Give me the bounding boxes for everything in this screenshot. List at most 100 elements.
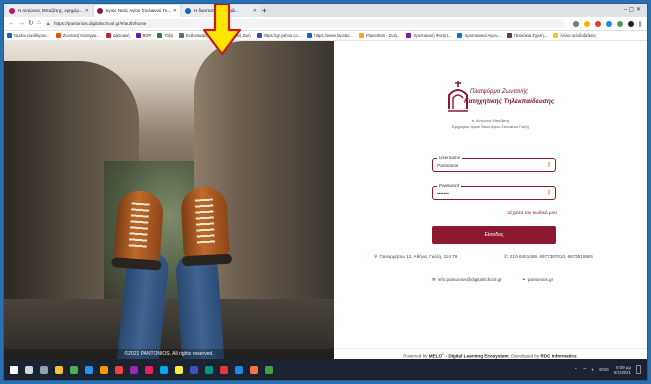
- extension-icon[interactable]: [617, 20, 623, 27]
- extension-icon[interactable]: [606, 20, 612, 27]
- bookmark-item[interactable]: Άλλοι σελιδοδείκτες: [553, 33, 596, 38]
- bookmark-favicon-icon: [179, 33, 185, 38]
- new-tab-button[interactable]: +: [262, 5, 267, 16]
- right-leg: [174, 251, 226, 359]
- reload-icon[interactable]: ↻: [28, 17, 34, 30]
- footer-ecosystem: - Digital Learning Ecosystem: [444, 353, 509, 359]
- bookmark-item[interactable]: Ζωντανή Καταγρα...: [55, 33, 100, 38]
- notification-icon[interactable]: [636, 365, 641, 374]
- menu-icon[interactable]: [639, 20, 641, 27]
- close-tab-icon[interactable]: ✕: [85, 5, 89, 17]
- extension-icon[interactable]: [595, 20, 601, 27]
- username-field[interactable]: Username ⚷: [432, 155, 556, 172]
- bookmark-item[interactable]: Δίκτυακή: [105, 33, 130, 38]
- phone-text: 210-6401469, 6977387010, 6973519591: [509, 254, 594, 259]
- tray-chevron-icon[interactable]: ⌃: [574, 367, 578, 373]
- website-info[interactable]: ⚭ pantonios.gr: [522, 277, 553, 283]
- tab-title: Η Αντώνιος Μπαζάτης, εφημέρ...: [18, 8, 83, 13]
- window-controls[interactable]: – ▢ ✕: [624, 4, 641, 17]
- password-input[interactable]: [437, 190, 537, 198]
- footer-melo: MELO: [428, 353, 443, 359]
- boot-laces: [194, 198, 216, 244]
- taskbar-app-icon[interactable]: [85, 365, 93, 374]
- key-icon: ⚷: [546, 190, 551, 196]
- phone-icon: ✆: [504, 254, 508, 259]
- home-icon[interactable]: ⌂: [37, 17, 41, 30]
- taskbar-app-icon[interactable]: [220, 365, 228, 374]
- bookmark-item[interactable]: Τόξα: [157, 33, 173, 38]
- bookmark-label: https://gr.yahoo.co...: [263, 33, 302, 38]
- taskbar-app-icon[interactable]: [55, 365, 63, 374]
- bookmark-favicon-icon: [157, 33, 163, 38]
- username-input[interactable]: [437, 162, 537, 170]
- page-content: ©2021 PANTONIOS. All rights reserved. Πλ…: [4, 41, 647, 359]
- taskbar-app-icon[interactable]: [160, 365, 168, 374]
- map-pin-icon: ⚲: [374, 254, 378, 259]
- taskbar-app-icon[interactable]: [250, 365, 258, 374]
- logo-subtitle-church: Εφημέριος Ιερού Ναού Αγίου Στυλιανού Γκύ…: [451, 125, 530, 129]
- phone-info: ✆ 210-6401469, 6977387010, 6973519591: [504, 254, 593, 260]
- windows-start-icon[interactable]: [10, 365, 18, 374]
- bookmark-item[interactable]: https://www.facebo...: [307, 33, 353, 38]
- taskbar-app-icon[interactable]: [205, 365, 213, 374]
- bookmark-label: Ζωντανή Καταγρα...: [62, 33, 100, 38]
- clock[interactable]: 9:09 μμ 6/1/2021: [614, 365, 631, 375]
- tab-favicon-icon: [9, 8, 15, 14]
- browser-tab-bar: Η Αντώνιος Μπαζάτης, εφημέρ... ✕ Ιερός Ν…: [4, 4, 647, 17]
- extension-icon[interactable]: [573, 20, 579, 27]
- yellow-arrow-annotation-icon: [202, 4, 242, 56]
- footer-end: .: [576, 353, 578, 359]
- footer-rdc[interactable]: RDC Informatics: [541, 354, 577, 359]
- taskbar-app-icon[interactable]: [70, 365, 78, 374]
- bookmark-item[interactable]: BDR: [135, 33, 151, 38]
- forgot-password-link[interactable]: Ξέχασα τον κωδικό μου: [489, 211, 557, 216]
- bookmark-label: Άλλοι σελιδοδείκτες: [560, 33, 597, 38]
- back-arrow-icon[interactable]: ←: [8, 17, 15, 30]
- key-icon: ⚷: [546, 162, 551, 168]
- bookmark-favicon-icon: [507, 33, 513, 38]
- email-info[interactable]: ✉ info.pantonios@digitalschool.gr: [432, 277, 502, 283]
- bookmark-item[interactable]: https://gr.yahoo.co...: [256, 33, 302, 38]
- sign-in-button[interactable]: Είσοδος: [432, 226, 556, 244]
- email-text[interactable]: info.pantonios@digitalschool.gr: [438, 277, 502, 282]
- profile-avatar-icon[interactable]: [628, 20, 634, 27]
- bookmark-label: Τόξα: [164, 33, 174, 38]
- right-boot: [180, 185, 233, 267]
- language-indicator[interactable]: ENG: [599, 367, 609, 372]
- password-label: Password: [437, 183, 462, 189]
- volume-icon[interactable]: 🔈︎: [592, 367, 595, 372]
- taskbar-app-icon[interactable]: [145, 365, 153, 374]
- close-tab-icon[interactable]: ✕: [173, 5, 177, 17]
- taskbar-app-icon[interactable]: [265, 365, 273, 374]
- bookmark-favicon-icon: [135, 33, 141, 38]
- password-field[interactable]: Password ⚷: [432, 183, 556, 200]
- tab-favicon-icon: [97, 8, 103, 14]
- bookmark-item[interactable]: Όμιλοι ελεύθερου...: [7, 33, 50, 38]
- website-text[interactable]: pantonios.gr: [528, 277, 553, 282]
- close-tab-icon[interactable]: ✕: [253, 5, 257, 17]
- bookmark-item[interactable]: Χριστιανική Φοιτητ...: [406, 33, 451, 38]
- taskbar-app-icon[interactable]: [175, 365, 183, 374]
- star-icon[interactable]: [584, 20, 590, 27]
- search-icon[interactable]: [25, 365, 33, 374]
- url-text: https://pantonios.digitalschool.gr/#/aut…: [54, 21, 147, 26]
- bookmark-item[interactable]: Χριστιανικοί Αγων...: [457, 33, 501, 38]
- bookmark-favicon-icon: [7, 33, 12, 38]
- taskbar-app-icon[interactable]: [100, 365, 108, 374]
- url-field[interactable]: 🔒︎ https://pantonios.digitalschool.gr/#/…: [44, 19, 564, 28]
- taskbar-app-icon[interactable]: [40, 365, 48, 374]
- bookmark-item[interactable]: Πευκάκια Σχολή...: [507, 33, 547, 38]
- bookmark-item[interactable]: PlanetSim - Ζωή...: [358, 33, 400, 38]
- network-icon[interactable]: ⌔: [583, 367, 587, 373]
- taskbar-app-icon[interactable]: [190, 365, 198, 374]
- browser-tab[interactable]: Η Αντώνιος Μπαζάτης, εφημέρ... ✕: [6, 5, 92, 17]
- church-logo-icon: [448, 81, 468, 112]
- forward-arrow-icon[interactable]: →: [18, 17, 25, 30]
- browser-tab-active[interactable]: Ιερός Ναός Αγίου Στυλιανού Γκ... ✕: [94, 5, 180, 17]
- bookmark-favicon-icon: [105, 33, 111, 38]
- taskbar-app-icon[interactable]: [130, 365, 138, 374]
- bookmark-label: Όμιλοι ελεύθερου...: [14, 33, 50, 38]
- footer-prefix: Powered by: [403, 353, 429, 359]
- taskbar-app-icon[interactable]: [235, 365, 243, 374]
- taskbar-app-icon[interactable]: [115, 365, 123, 374]
